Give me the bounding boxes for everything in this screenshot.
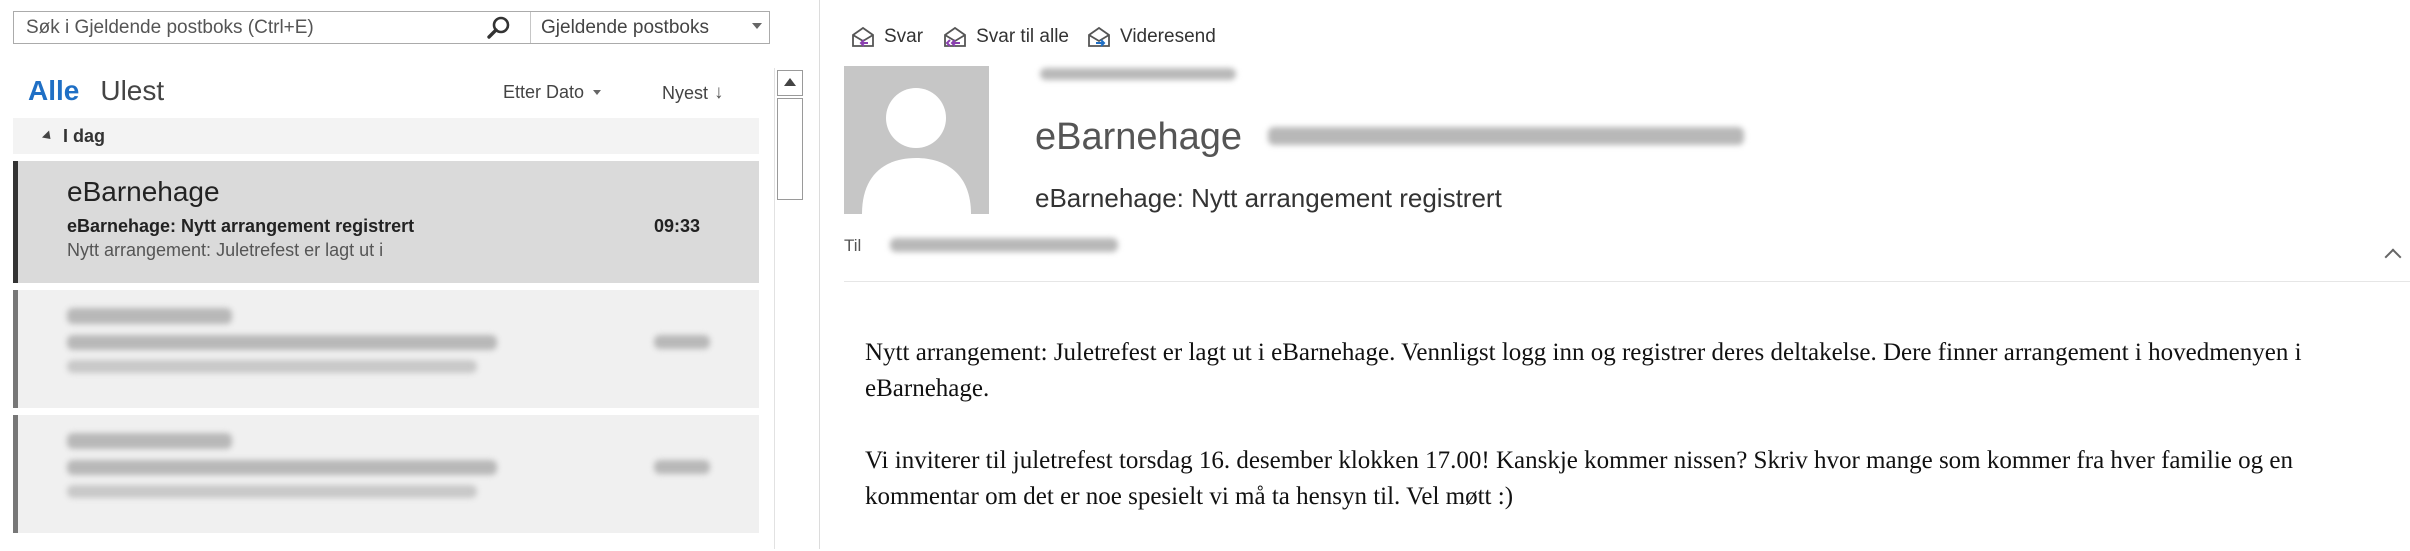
- filter-unread-tab[interactable]: Ulest: [100, 75, 164, 107]
- message-subject: eBarnehage: Nytt arrangement registrert: [1035, 183, 1502, 213]
- redacted-time: [654, 335, 710, 349]
- body-paragraph: Nytt arrangement: Juletrefest er lagt ut…: [865, 339, 2302, 402]
- redacted-time: [654, 460, 710, 474]
- sort-by-label: Etter Dato: [503, 82, 585, 102]
- search-scope-label: Gjeldende postboks: [541, 16, 709, 38]
- redacted-recipient: [890, 238, 1118, 252]
- redacted-subject: [67, 460, 497, 475]
- redacted-date: [1040, 68, 1236, 80]
- message-list: I dag eBarnehage eBarnehage: Nytt arrang…: [13, 118, 759, 549]
- reply-button[interactable]: Svar: [850, 25, 923, 49]
- group-header-label: I dag: [63, 125, 106, 146]
- forward-button[interactable]: Videresend: [1086, 25, 1216, 49]
- sort-by-dropdown[interactable]: Etter Dato: [503, 82, 602, 103]
- list-filters: Alle Ulest: [28, 74, 164, 108]
- to-label: Til: [844, 236, 862, 255]
- collapse-header-button[interactable]: [2384, 246, 2402, 264]
- sort-order-toggle[interactable]: Nyest ↓: [662, 82, 724, 104]
- list-item-sender: eBarnehage: [67, 176, 220, 207]
- list-item[interactable]: [13, 290, 759, 408]
- filter-all-tab[interactable]: Alle: [28, 75, 79, 107]
- list-item-selected[interactable]: eBarnehage eBarnehage: Nytt arrangement …: [13, 161, 759, 283]
- scroll-thumb[interactable]: [777, 98, 803, 200]
- message-list-pane: Gjeldende postboks Alle Ulest Etter Dato…: [0, 0, 805, 549]
- arrow-down-icon: ↓: [714, 82, 724, 103]
- list-item-subject: eBarnehage: Nytt arrangement registrert: [67, 216, 415, 236]
- list-scrollbar[interactable]: [774, 68, 805, 549]
- caret-down-icon: [593, 90, 602, 95]
- list-item-preview: Nytt arrangement: Juletrefest er lagt ut…: [67, 240, 384, 260]
- selection-bar: [13, 161, 18, 283]
- forward-label: Videresend: [1120, 26, 1216, 47]
- chevron-down-icon: [752, 23, 762, 29]
- message-body: Nytt arrangement: Juletrefest er lagt ut…: [865, 335, 2375, 551]
- unread-bar: [13, 290, 18, 408]
- redacted-sender: [67, 308, 232, 324]
- reply-all-label: Svar til alle: [976, 26, 1069, 47]
- reply-all-button[interactable]: Svar til alle: [940, 25, 1069, 49]
- group-header-today[interactable]: I dag: [13, 118, 759, 154]
- list-item[interactable]: [13, 415, 759, 533]
- search-scope-dropdown[interactable]: Gjeldende postboks: [530, 12, 770, 43]
- redacted-preview: [67, 485, 477, 498]
- redacted-sender: [67, 433, 232, 449]
- person-icon: [862, 88, 971, 214]
- list-item-time: 09:33: [654, 216, 701, 236]
- search-icon: [487, 16, 510, 39]
- pane-divider[interactable]: [819, 0, 820, 549]
- unread-bar: [13, 415, 18, 533]
- reply-label: Svar: [884, 26, 924, 47]
- redacted-subject: [67, 335, 497, 350]
- search-bar: Gjeldende postboks: [13, 11, 770, 44]
- search-button[interactable]: [472, 14, 526, 41]
- sender-avatar: [844, 66, 989, 214]
- reply-all-icon: [944, 26, 966, 47]
- search-input[interactable]: [14, 12, 526, 43]
- redacted-sender-email: [1268, 127, 1744, 145]
- body-paragraph: Vi inviterer til juletrefest torsdag 16.…: [865, 447, 2293, 510]
- reply-icon: [852, 26, 874, 47]
- sort-order-label: Nyest: [662, 82, 709, 103]
- reading-toolbar: Svar Svar til alle Videresend: [850, 22, 1233, 52]
- scroll-up-button[interactable]: [777, 70, 803, 96]
- header-separator: [844, 281, 2410, 282]
- forward-icon: [1088, 26, 1110, 47]
- message-from-name[interactable]: eBarnehage: [1035, 116, 1242, 159]
- collapse-triangle-icon: [41, 129, 55, 143]
- redacted-preview: [67, 360, 477, 373]
